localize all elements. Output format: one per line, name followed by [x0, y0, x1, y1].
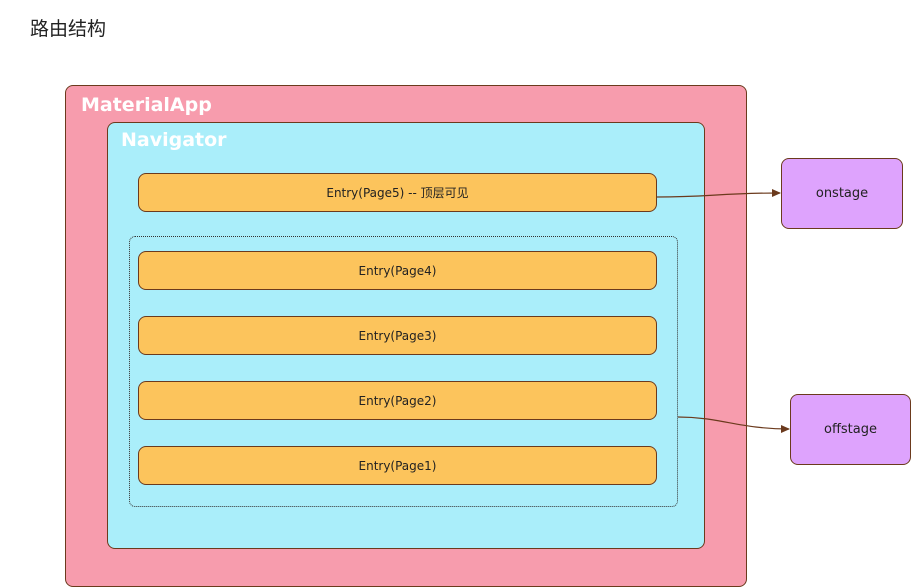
entry-page2: Entry(Page2)	[138, 381, 657, 420]
navigator-label: Navigator	[121, 129, 227, 151]
diagram-canvas: 路由结构 MaterialApp Navigator Entry(Page5) …	[0, 0, 911, 587]
material-app-label: MaterialApp	[81, 94, 212, 116]
onstage-box: onstage	[781, 158, 903, 229]
entry-page1: Entry(Page1)	[138, 446, 657, 485]
entry-page3: Entry(Page3)	[138, 316, 657, 355]
offstage-box: offstage	[790, 394, 911, 465]
entry-page5-top: Entry(Page5) -- 顶层可见	[138, 173, 657, 212]
entry-page4: Entry(Page4)	[138, 251, 657, 290]
page-title: 路由结构	[30, 18, 107, 40]
